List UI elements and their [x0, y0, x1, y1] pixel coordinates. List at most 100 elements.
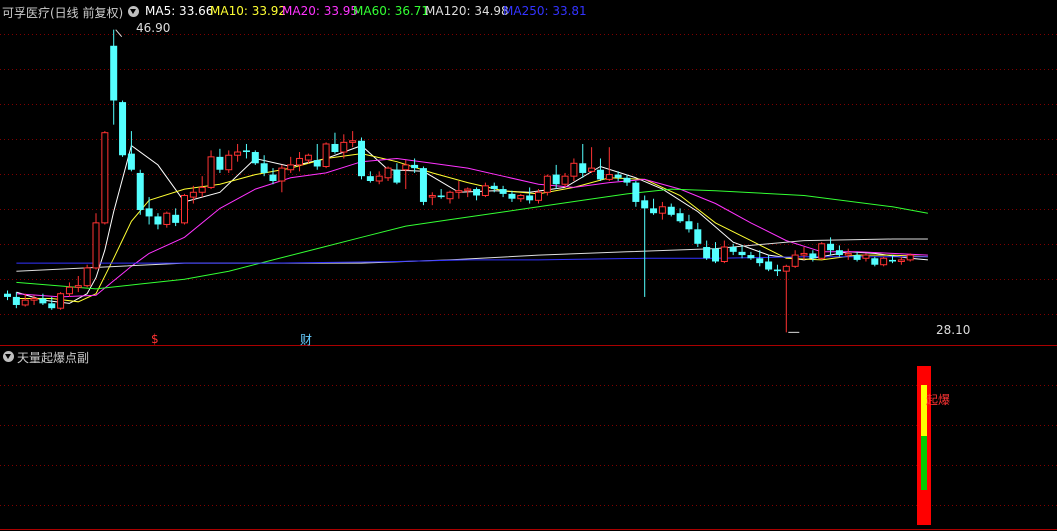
- candle-down: [579, 163, 587, 173]
- candle-down: [596, 169, 604, 180]
- sub-indicator-menu-icon[interactable]: [3, 351, 14, 362]
- candle-down: [694, 229, 702, 244]
- indicator-menu-icon[interactable]: [128, 6, 139, 17]
- candle-up: [278, 167, 286, 182]
- candle-up: [720, 246, 728, 262]
- candle-up: [481, 185, 489, 196]
- candle-down: [827, 243, 835, 251]
- candle-up: [402, 164, 410, 171]
- low-price-label: 28.10: [936, 323, 971, 337]
- ma250-label: MA250: 33.81: [503, 4, 587, 18]
- ma60-label: MA60: 36.71: [353, 4, 430, 18]
- ma-line-ma120: [16, 238, 928, 272]
- high-price-label: 46.90: [136, 21, 171, 35]
- candle-down: [366, 176, 374, 181]
- candlestick-chart: [0, 29, 1057, 530]
- candle-down: [756, 258, 764, 264]
- candle-down: [712, 248, 719, 262]
- candle-down: [473, 189, 481, 196]
- candle-up: [605, 174, 613, 180]
- candle-down: [614, 174, 622, 178]
- candle-down: [12, 296, 20, 305]
- candle-down: [260, 163, 268, 173]
- candle-down: [809, 253, 817, 259]
- candle-up: [818, 243, 826, 259]
- high-arrow: [115, 29, 123, 37]
- candle-up: [21, 299, 29, 306]
- candle-up: [658, 206, 666, 214]
- candle-down: [729, 247, 737, 252]
- candle-up: [791, 254, 799, 267]
- candle-up: [464, 188, 472, 192]
- candle-up: [92, 222, 100, 269]
- chart-title: 可孚医疗(日线 前复权): [2, 6, 124, 20]
- candle-up: [322, 143, 330, 168]
- candle-down: [508, 193, 516, 199]
- candle-down: [145, 208, 153, 217]
- candle-up: [340, 141, 348, 153]
- candle-up: [30, 298, 38, 301]
- ma5-label: MA5: 33.66: [145, 4, 214, 18]
- candle-up: [446, 191, 454, 200]
- candle-up: [862, 254, 870, 259]
- candle-down: [127, 153, 135, 170]
- candle-down: [765, 261, 773, 270]
- ma120-label: MA120: 34.98: [425, 4, 509, 18]
- candle-down: [871, 258, 879, 265]
- candle-down: [242, 150, 250, 153]
- signal-bar-low: [921, 436, 927, 490]
- ma-line-ma20: [16, 157, 928, 298]
- candle-down: [641, 200, 649, 209]
- candle-down: [552, 174, 560, 185]
- signal-label: 起爆: [926, 393, 951, 407]
- candle-down: [172, 214, 180, 223]
- candle-up: [57, 293, 65, 309]
- candle-up: [189, 191, 197, 198]
- candle-up: [375, 175, 383, 182]
- candle-up: [844, 252, 852, 256]
- candle-up: [570, 162, 578, 177]
- candle-up: [83, 267, 91, 287]
- candle-up: [349, 140, 357, 143]
- candle-down: [526, 195, 534, 201]
- candle-up: [782, 265, 790, 272]
- dividend-marker[interactable]: $: [151, 332, 159, 346]
- candle-down: [437, 195, 445, 198]
- candle-down: [411, 164, 419, 169]
- candle-down: [667, 206, 675, 215]
- finance-marker[interactable]: 财: [300, 331, 312, 348]
- candle-down: [331, 143, 339, 153]
- candle-down: [685, 221, 693, 230]
- candle-up: [880, 257, 888, 266]
- candle-down: [499, 189, 507, 194]
- candle-down: [835, 250, 843, 256]
- sub-indicator-title: 天量起爆点副: [17, 351, 90, 365]
- stock-chart-window: 可孚医疗(日线 前复权) MA5: 33.66 MA10: 33.92 MA20…: [0, 0, 1057, 531]
- candle-up: [428, 194, 436, 198]
- candle-up: [65, 286, 73, 295]
- candle-down: [889, 259, 896, 262]
- candle-up: [198, 186, 206, 193]
- candle-up: [74, 285, 82, 288]
- candle-down: [853, 255, 861, 260]
- ma-line-ma60: [16, 188, 928, 290]
- candle-down: [632, 182, 640, 202]
- candle-down: [358, 140, 365, 177]
- candle-down: [490, 185, 498, 190]
- candle-down: [393, 169, 401, 183]
- candle-up: [455, 190, 463, 193]
- candle-up: [304, 154, 312, 161]
- candle-up: [163, 212, 171, 225]
- candle-down: [747, 255, 755, 259]
- candle-up: [588, 167, 596, 172]
- candle-up: [287, 164, 295, 171]
- candle-down: [119, 102, 127, 156]
- candle-down: [623, 177, 631, 183]
- candle-up: [800, 252, 808, 256]
- ma10-label: MA10: 33.92: [210, 4, 287, 18]
- candle-up: [561, 175, 569, 185]
- candle-up: [181, 194, 188, 224]
- candle-down: [738, 251, 746, 256]
- candle-up: [101, 132, 109, 224]
- candle-down: [419, 168, 427, 202]
